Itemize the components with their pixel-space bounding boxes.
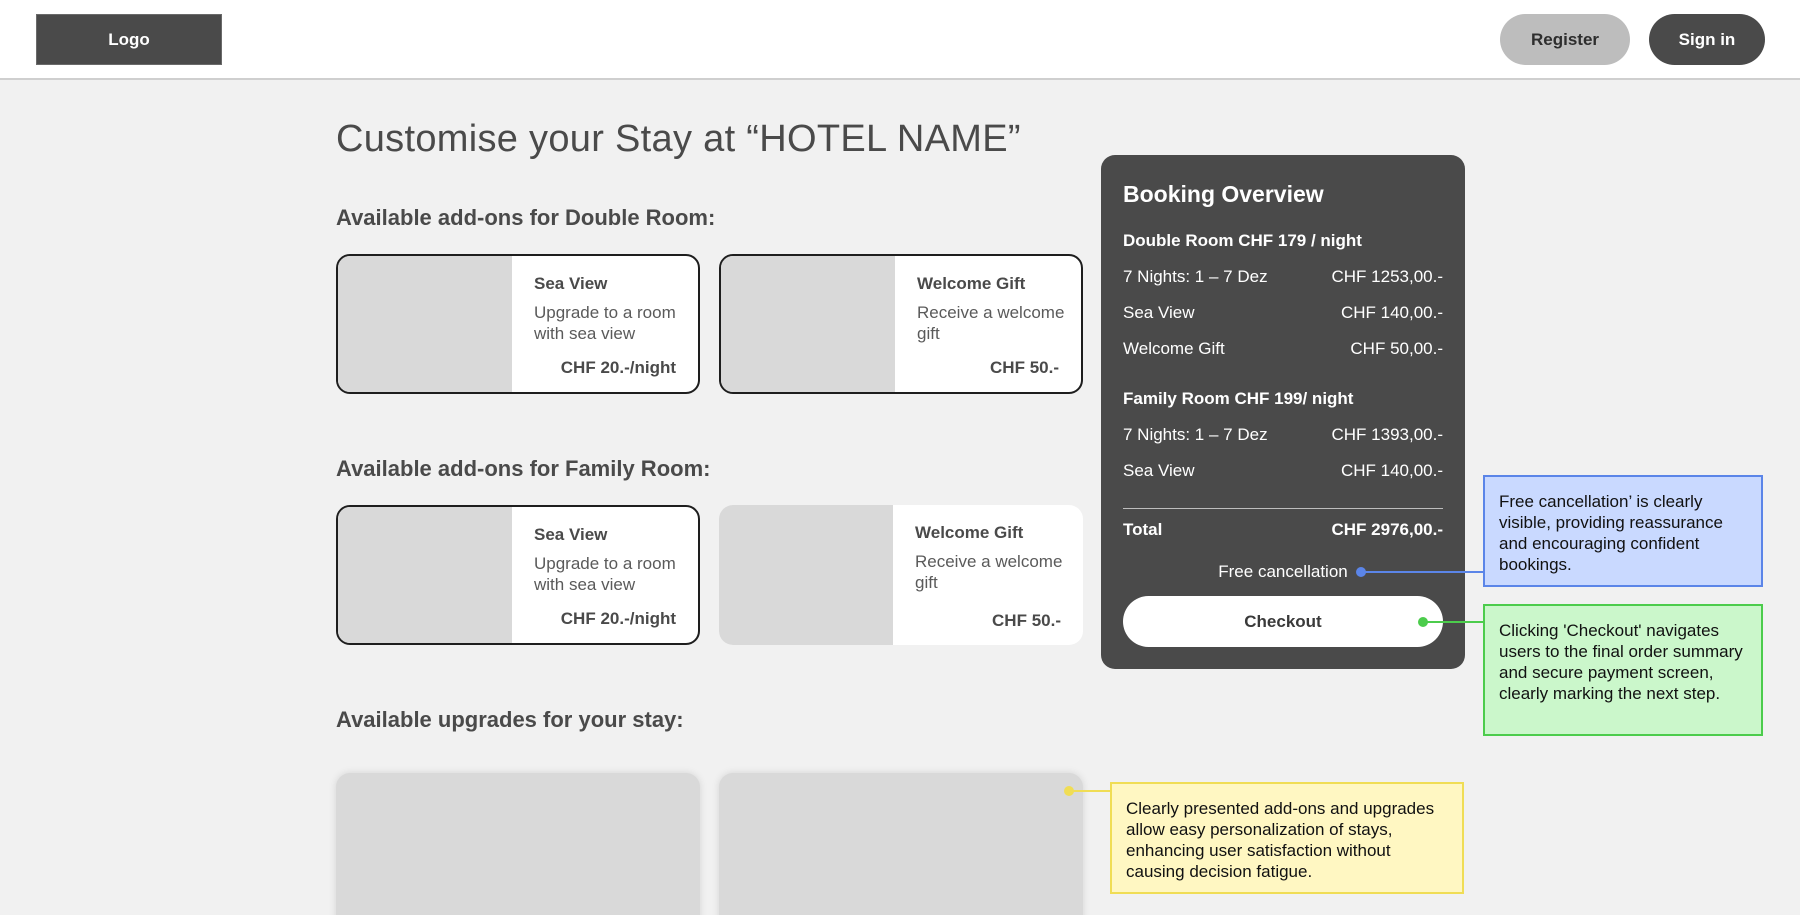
- upgrades-heading: Available upgrades for your stay:: [336, 707, 684, 732]
- row-value: CHF 140,00.-: [1340, 303, 1443, 322]
- addon-image: [719, 505, 893, 645]
- double-room-addon-sea-view[interactable]: Sea View Upgrade to a room with sea view…: [336, 254, 700, 394]
- addon-title: Welcome Gift: [917, 274, 1026, 293]
- addon-title: Sea View: [534, 274, 608, 293]
- sign-in-button[interactable]: Sign in: [1649, 14, 1765, 65]
- row-label: 7 Nights: 1 – 7 Dez: [1123, 425, 1268, 444]
- annotation-addons-note: Clearly presented add-ons and upgrades a…: [1110, 782, 1464, 894]
- top-header: Logo Register Sign in: [0, 0, 1800, 80]
- total-row: Total CHF 2976,00.-: [1123, 520, 1443, 540]
- row-value: CHF 1393,00.-: [1331, 425, 1444, 444]
- overview-row: Sea View CHF 140,00.-: [1123, 461, 1443, 481]
- addon-title: Sea View: [534, 525, 608, 544]
- overview-row: 7 Nights: 1 – 7 Dez CHF 1253,00.-: [1123, 267, 1443, 287]
- row-value: CHF 1253,00.-: [1331, 267, 1444, 286]
- addon-title: Welcome Gift: [915, 523, 1024, 542]
- family-room-addons-heading: Available add-ons for Family Room:: [336, 456, 711, 481]
- family-room-heading: Family Room CHF 199/ night: [1123, 389, 1354, 408]
- checkout-button[interactable]: Checkout: [1123, 596, 1443, 647]
- annotation-connector: [1423, 621, 1483, 623]
- overview-row: Welcome Gift CHF 50,00.-: [1123, 339, 1443, 359]
- booking-overview-title: Booking Overview: [1123, 181, 1324, 207]
- row-label: Sea View: [1123, 461, 1195, 480]
- family-room-addon-welcome-gift[interactable]: Welcome Gift Receive a welcome gift CHF …: [719, 505, 1083, 645]
- addon-price: CHF 50.-: [992, 611, 1061, 630]
- addon-description: Upgrade to a room with sea view: [534, 554, 676, 594]
- row-label: 7 Nights: 1 – 7 Dez: [1123, 267, 1268, 286]
- row-value: CHF 140,00.-: [1340, 461, 1443, 480]
- row-value: CHF 50,00.-: [1350, 339, 1443, 358]
- addon-image: [338, 256, 512, 392]
- page-title: Customise your Stay at “HOTEL NAME”: [336, 118, 1021, 160]
- addon-image: [338, 507, 512, 643]
- annotation-cancellation-note: Free cancellation’ is clearly visible, p…: [1483, 475, 1763, 587]
- double-room-heading: Double Room CHF 179 / night: [1123, 231, 1362, 250]
- annotation-connector: [1069, 790, 1110, 792]
- double-room-addon-welcome-gift[interactable]: Welcome Gift Receive a welcome gift CHF …: [719, 254, 1083, 394]
- overview-row: 7 Nights: 1 – 7 Dez CHF 1393,00.-: [1123, 425, 1443, 445]
- upgrade-card[interactable]: [336, 773, 700, 915]
- logo[interactable]: Logo: [36, 14, 222, 65]
- addon-price: CHF 20.-/night: [560, 609, 676, 628]
- addon-description: Upgrade to a room with sea view: [534, 303, 676, 343]
- row-label: Welcome Gift: [1123, 339, 1225, 358]
- total-label: Total: [1123, 520, 1163, 539]
- total-value: CHF 2976,00.-: [1331, 520, 1444, 539]
- addon-price: CHF 20.-/night: [560, 358, 676, 377]
- addon-price: CHF 50.-: [990, 358, 1059, 377]
- row-label: Sea View: [1123, 303, 1195, 322]
- booking-overview-panel: Booking Overview Double Room CHF 179 / n…: [1101, 155, 1465, 669]
- annotation-connector: [1361, 571, 1483, 573]
- addon-image: [721, 256, 895, 392]
- family-room-addon-sea-view[interactable]: Sea View Upgrade to a room with sea view…: [336, 505, 700, 645]
- addon-description: Receive a welcome gift: [917, 303, 1065, 343]
- divider: [1123, 508, 1443, 509]
- addon-description: Receive a welcome gift: [915, 552, 1063, 592]
- overview-row: Sea View CHF 140,00.-: [1123, 303, 1443, 323]
- double-room-addons-heading: Available add-ons for Double Room:: [336, 205, 716, 230]
- annotation-checkout-note: Clicking 'Checkout' navigates users to t…: [1483, 604, 1763, 736]
- upgrade-card[interactable]: [719, 773, 1083, 915]
- register-button[interactable]: Register: [1500, 14, 1630, 65]
